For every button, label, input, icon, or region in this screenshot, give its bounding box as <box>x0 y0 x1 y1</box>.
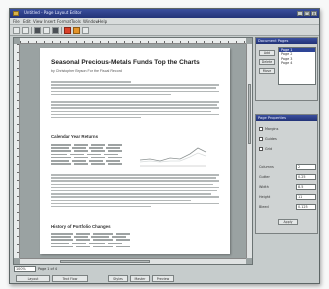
page-list-item[interactable]: Page 4 <box>279 61 315 65</box>
text-tool-icon[interactable] <box>82 27 89 34</box>
menu-file[interactable]: File <box>13 19 20 24</box>
minimize-button[interactable]: _ <box>297 11 303 16</box>
apply-button[interactable]: Apply <box>278 219 298 225</box>
app-icon <box>13 11 19 16</box>
new-document-icon[interactable] <box>13 27 20 34</box>
chart-series-line <box>139 152 207 163</box>
grid-label: Grid <box>265 147 273 151</box>
menu-help[interactable]: Help <box>98 19 107 24</box>
vertical-ruler[interactable] <box>14 44 20 258</box>
chart-series-line <box>139 147 207 162</box>
move-page-button[interactable]: Move <box>259 68 275 74</box>
toolbar <box>10 25 319 36</box>
stop-icon[interactable] <box>64 27 71 34</box>
section-heading[interactable]: History of Portfolio Changes <box>51 224 111 229</box>
bleed-label: Bleed <box>259 205 269 209</box>
columns-label: Columns <box>259 165 274 169</box>
guides-label: Guides <box>265 137 277 141</box>
height-field[interactable]: 11 <box>296 194 316 200</box>
print-icon[interactable] <box>43 27 50 34</box>
pages-panel: Document Pages Add Delete Move Page 1 Pa… <box>255 37 318 101</box>
menu-insert[interactable]: Insert <box>44 19 55 24</box>
zoom-field[interactable]: 100% <box>14 266 36 272</box>
window-title: Untitled - Page Layout Editor <box>24 10 82 15</box>
tab-preview[interactable]: Preview <box>152 275 174 282</box>
returns-line-chart[interactable] <box>138 142 208 168</box>
properties-panel-title: Page Properties <box>256 115 317 121</box>
menu-bar: File Edit View Insert Format Tools Windo… <box>10 18 319 25</box>
vertical-scrollbar[interactable] <box>246 44 252 258</box>
tab-master[interactable]: Master <box>130 275 150 282</box>
tab-styles[interactable]: Styles <box>108 275 128 282</box>
document-page[interactable]: Seasonal Precious-Metals Funds Top the C… <box>40 48 230 254</box>
body-text-block[interactable] <box>51 174 219 209</box>
article-byline[interactable]: by Christopher Bryson For the Fiscal Rec… <box>51 69 122 73</box>
gutter-label: Gutter <box>259 175 270 179</box>
save-icon[interactable] <box>34 27 41 34</box>
horizontal-scrollbar[interactable] <box>20 258 246 264</box>
guides-checkbox[interactable] <box>259 137 263 141</box>
article-headline[interactable]: Seasonal Precious-Metals Funds Top the C… <box>51 59 200 66</box>
bleed-field[interactable]: 0.125 <box>296 204 316 210</box>
tab-text-flow[interactable]: Text Flow <box>52 275 88 282</box>
menu-window[interactable]: Window <box>83 19 99 24</box>
returns-table[interactable] <box>51 144 122 166</box>
document-workspace[interactable]: Seasonal Precious-Metals Funds Top the C… <box>13 37 253 265</box>
portfolio-table[interactable] <box>51 233 130 249</box>
height-label: Height <box>259 195 271 199</box>
horizontal-ruler[interactable] <box>20 38 246 44</box>
status-bar: 100% Page 1 of 4 Layout Text Flow Styles… <box>13 266 318 283</box>
scroll-thumb[interactable] <box>248 84 251 144</box>
highlight-icon[interactable] <box>73 27 80 34</box>
menu-edit[interactable]: Edit <box>23 19 31 24</box>
toolbar-separator <box>61 27 62 34</box>
add-page-button[interactable]: Add <box>259 50 275 56</box>
menu-view[interactable]: View <box>33 19 43 24</box>
menu-format[interactable]: Format <box>57 19 71 24</box>
page-indicator: Page 1 of 4 <box>38 267 58 271</box>
page-list[interactable]: Page 1 Page 2 Page 3 Page 4 <box>278 47 316 85</box>
image-icon[interactable] <box>52 27 59 34</box>
grid-checkbox[interactable] <box>259 147 263 151</box>
margins-checkbox[interactable] <box>259 127 263 131</box>
columns-field[interactable]: 2 <box>296 164 316 170</box>
width-field[interactable]: 8.5 <box>296 184 316 190</box>
margins-label: Margins <box>265 127 279 131</box>
body-text-block[interactable] <box>51 101 219 120</box>
properties-panel: Page Properties Margins Guides Grid Colu… <box>255 114 318 234</box>
width-label: Width <box>259 185 269 189</box>
maximize-button[interactable]: □ <box>304 11 310 16</box>
body-text-block[interactable] <box>51 81 219 97</box>
toolbar-separator <box>31 27 32 34</box>
gutter-field[interactable]: 0.25 <box>296 174 316 180</box>
delete-page-button[interactable]: Delete <box>259 59 275 65</box>
title-bar: Untitled - Page Layout Editor _ □ × <box>10 9 319 18</box>
tab-layout[interactable]: Layout <box>16 275 50 282</box>
open-folder-icon[interactable] <box>22 27 29 34</box>
pages-panel-title: Document Pages <box>256 38 317 44</box>
app-window: Untitled - Page Layout Editor _ □ × File… <box>9 8 320 284</box>
menu-tools[interactable]: Tools <box>71 19 81 24</box>
side-panel: Document Pages Add Delete Move Page 1 Pa… <box>255 37 318 277</box>
section-heading[interactable]: Calendar Year Returns <box>51 134 98 139</box>
close-button[interactable]: × <box>311 11 317 16</box>
scroll-thumb[interactable] <box>60 260 150 263</box>
